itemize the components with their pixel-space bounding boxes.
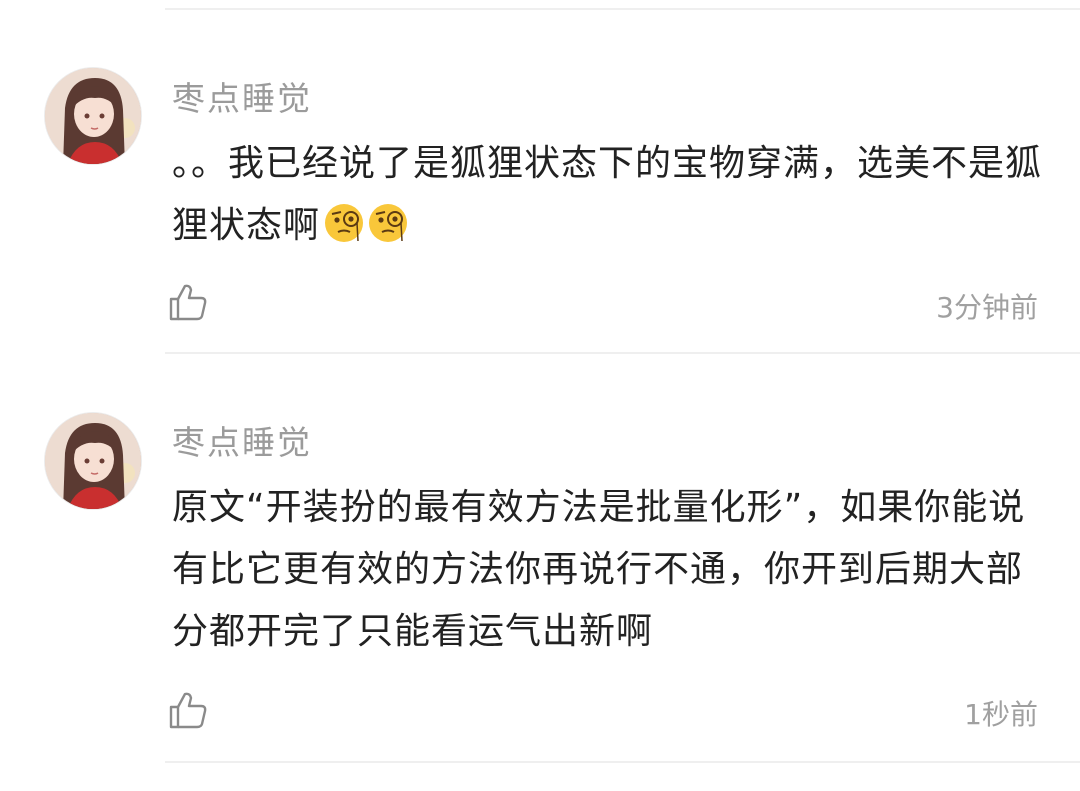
comment-text: 。。我已经说了是狐狸状态下的宝物穿满，选美不是狐狸状态啊: [172, 133, 1052, 263]
avatar[interactable]: [44, 412, 142, 510]
comment-text: 原文“开装扮的最有效方法是批量化形”，如果你能说有比它更有效的方法你再说行不通，…: [172, 487, 1026, 652]
monocle-face-emoji: [324, 201, 364, 263]
divider: [165, 761, 1080, 763]
thumbs-up-icon: [168, 692, 208, 734]
comment-time: 3分钟前: [936, 291, 1038, 324]
comment-username[interactable]: 枣点睡觉: [172, 72, 312, 120]
divider-top: [165, 8, 1080, 10]
divider: [165, 352, 1080, 354]
comment-text-body: 。。我已经说了是狐狸状态下的宝物穿满，选美不是狐狸状态啊: [172, 143, 1043, 246]
avatar[interactable]: [44, 67, 142, 165]
comment-username[interactable]: 枣点睡觉: [172, 416, 312, 464]
monocle-face-emoji: [368, 201, 408, 263]
like-button[interactable]: [168, 282, 208, 322]
like-button[interactable]: [168, 690, 208, 730]
thumbs-up-icon: [168, 284, 208, 326]
comment-time: 1秒前: [964, 698, 1038, 731]
